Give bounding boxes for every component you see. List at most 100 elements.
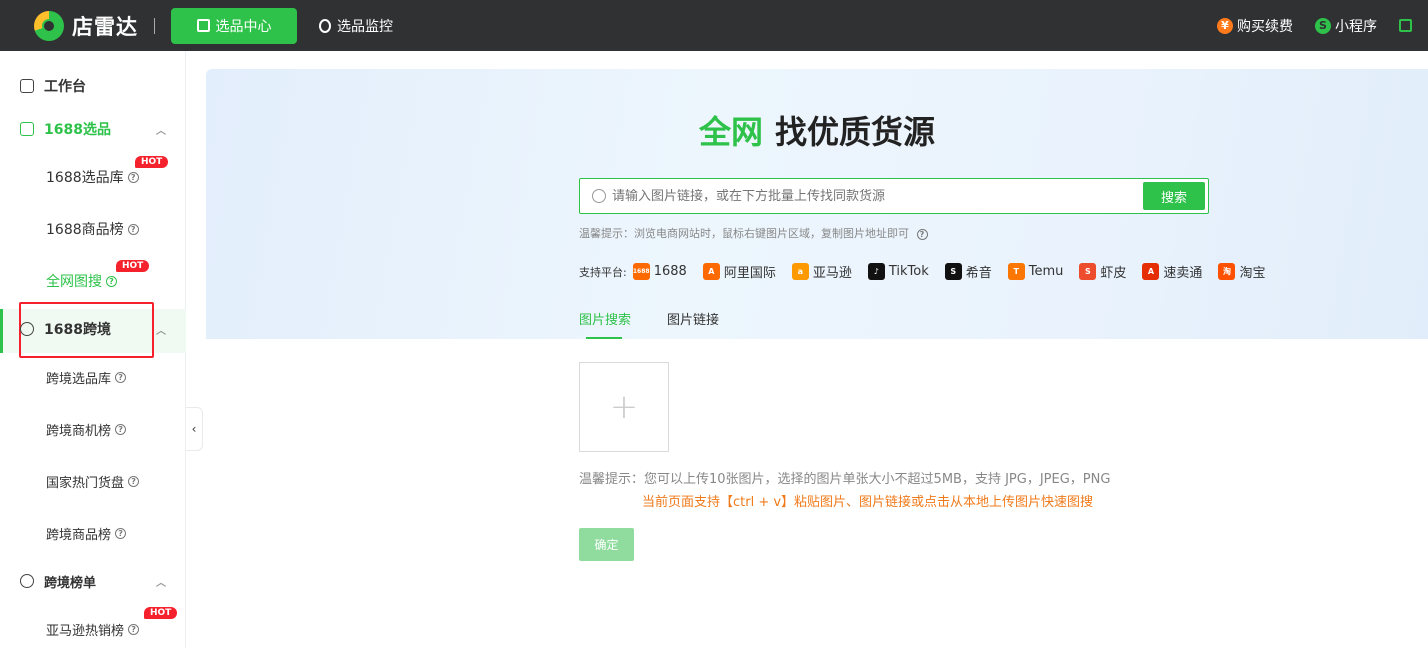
hot-badge: HOT bbox=[144, 607, 178, 619]
help-icon[interactable]: ? bbox=[127, 171, 139, 183]
logo-icon bbox=[34, 10, 64, 41]
platform-aliexpress: A 速卖通 bbox=[1142, 262, 1202, 281]
sidebar-item-amazon-hot[interactable]: 亚马逊热销榜 ? bbox=[0, 618, 186, 640]
title-highlight: 全网 bbox=[698, 113, 763, 151]
platform-name: 1688 bbox=[653, 264, 687, 279]
workbench-icon bbox=[20, 79, 34, 93]
help-icon[interactable]: ? bbox=[128, 475, 140, 487]
top-right-actions: ¥ 购买续费 S 小程序 bbox=[1217, 0, 1428, 51]
buy-label: 购买续费 bbox=[1237, 18, 1293, 35]
mini-program-button[interactable]: S 小程序 bbox=[1315, 16, 1377, 36]
location-icon bbox=[319, 18, 331, 33]
search-bar: 搜索 bbox=[579, 178, 1209, 214]
sidebar-label: 工作台 bbox=[44, 79, 86, 95]
sidebar-item-cross-lib[interactable]: 跨境选品库 ? bbox=[0, 366, 186, 388]
top-navbar: 店雷达 选品中心 选品监控 ¥ 购买续费 S 小程序 bbox=[0, 0, 1428, 51]
mini-label: 小程序 bbox=[1335, 18, 1377, 35]
nav-product-monitor[interactable]: 选品监控 bbox=[297, 8, 415, 44]
main-content: 全网找优质货源 搜索 温馨提示：浏览电商网站时，鼠标右键图片区域，复制图片地址即… bbox=[206, 69, 1428, 648]
sidebar-label: 亚马逊热销榜 bbox=[46, 623, 125, 639]
platform-name: 阿里国际 bbox=[723, 266, 776, 281]
help-icon[interactable]: ? bbox=[916, 229, 928, 240]
help-icon[interactable]: ? bbox=[127, 223, 139, 235]
platform-name: 亚马逊 bbox=[812, 266, 852, 281]
platform-name: 淘宝 bbox=[1239, 266, 1266, 281]
sidebar-item-country-hot[interactable]: 国家热门货盘 ? bbox=[0, 470, 186, 492]
1688-icon bbox=[20, 122, 34, 136]
platform-taobao: 淘 淘宝 bbox=[1218, 262, 1265, 281]
search-input[interactable] bbox=[612, 188, 1143, 204]
sidebar: 工作台 1688选品 ︿ 1688选品库 ? HOT 1688商品榜 ? 全网图… bbox=[0, 51, 186, 648]
nav-label: 选品监控 bbox=[337, 18, 393, 35]
search-hero: 全网找优质货源 搜索 温馨提示：浏览电商网站时，鼠标右键图片区域，复制图片地址即… bbox=[206, 69, 1428, 339]
tab-image-link[interactable]: 图片链接 bbox=[667, 309, 719, 339]
sidebar-item-cross-opportunity[interactable]: 跨境商机榜 ? bbox=[0, 418, 186, 440]
platform-temu: T Temu bbox=[1007, 263, 1063, 280]
nav-label: 选品中心 bbox=[215, 18, 272, 35]
supported-platforms: 支持平台: 1688 1688 A 阿里国际 a 亚马逊 ♪ TikTok S … bbox=[579, 262, 1281, 281]
upload-hint: 温馨提示：您可以上传10张图片，选择的图片单张大小不超过5MB，支持 JPG，J… bbox=[579, 472, 1111, 487]
help-icon[interactable]: ? bbox=[128, 623, 140, 635]
platform-shopee: S 虾皮 bbox=[1079, 262, 1126, 281]
sidebar-label: 跨境商品榜 bbox=[46, 527, 112, 543]
taobao-icon: 淘 bbox=[1218, 263, 1236, 280]
search-button[interactable]: 搜索 bbox=[1143, 182, 1205, 210]
tab-image-search[interactable]: 图片搜索 bbox=[579, 309, 631, 339]
platform-1688: 1688 1688 bbox=[632, 263, 687, 280]
sidebar-label: 国家热门货盘 bbox=[46, 475, 125, 491]
help-icon[interactable]: ? bbox=[115, 527, 127, 539]
sidebar-item-1688-lib[interactable]: 1688选品库 ? bbox=[0, 166, 186, 188]
title-text: 找优质货源 bbox=[775, 113, 936, 151]
nav-product-center[interactable]: 选品中心 bbox=[171, 7, 297, 44]
planet-icon bbox=[20, 574, 34, 588]
divider bbox=[154, 17, 155, 34]
confirm-button[interactable]: 确定 bbox=[579, 528, 634, 561]
sidebar-label: 1688商品榜 bbox=[46, 222, 124, 238]
sidebar-label: 1688选品库 bbox=[46, 170, 124, 186]
shopee-icon: S bbox=[1079, 263, 1097, 280]
logo-text: 店雷达 bbox=[72, 14, 138, 39]
platform-alibaba: A 阿里国际 bbox=[702, 262, 776, 281]
temu-icon: T bbox=[1007, 263, 1025, 280]
platform-amazon: a 亚马逊 bbox=[791, 262, 852, 281]
edit-icon[interactable] bbox=[1399, 19, 1412, 32]
paste-hint: 当前页面支持【ctrl + v】粘贴图片、图片链接或点击从本地上传图片快速图搜 bbox=[642, 495, 1094, 510]
platform-tiktok: ♪ TikTok bbox=[867, 263, 929, 280]
platforms-label: 支持平台: bbox=[579, 265, 627, 279]
help-icon[interactable]: ? bbox=[115, 371, 127, 383]
image-upload-box[interactable]: + bbox=[579, 362, 669, 452]
shein-icon: S bbox=[944, 263, 962, 280]
tiktok-icon: ♪ bbox=[867, 263, 885, 280]
alibaba-icon: A bbox=[702, 263, 720, 280]
chevron-up-icon: ︿ bbox=[156, 325, 166, 337]
platform-shein: S 希音 bbox=[944, 262, 992, 281]
aliexpress-icon: A bbox=[1142, 263, 1160, 280]
help-icon[interactable]: ? bbox=[115, 423, 127, 435]
page-title: 全网 找优质货源 bbox=[206, 107, 1428, 153]
help-icon[interactable]: ? bbox=[106, 275, 117, 287]
search-icon bbox=[592, 189, 606, 203]
app-logo[interactable]: 店雷达 bbox=[34, 10, 138, 41]
sidebar-label: 全网图搜 bbox=[46, 274, 102, 290]
yen-icon: ¥ bbox=[1217, 17, 1233, 34]
1688-icon: 1688 bbox=[632, 263, 650, 280]
plus-icon: + bbox=[609, 387, 639, 427]
platform-name: TikTok bbox=[888, 264, 929, 279]
sidebar-group-cross-rankings[interactable]: 跨境榜单 ︿ bbox=[0, 570, 186, 592]
sidebar-label: 1688选品 bbox=[44, 122, 111, 138]
bag-icon bbox=[196, 19, 210, 32]
platform-name: 速卖通 bbox=[1163, 266, 1203, 281]
chevron-up-icon: ︿ bbox=[156, 577, 166, 589]
platform-name: 虾皮 bbox=[1100, 266, 1127, 281]
sidebar-item-workbench[interactable]: 工作台 bbox=[0, 75, 186, 97]
sidebar-item-1688-rank[interactable]: 1688商品榜 ? bbox=[0, 218, 186, 240]
buy-renew-button[interactable]: ¥ 购买续费 bbox=[1217, 16, 1293, 36]
sidebar-label: 跨境榜单 bbox=[44, 575, 97, 591]
sidebar-group-1688[interactable]: 1688选品 ︿ bbox=[0, 118, 186, 140]
sidebar-collapse-button[interactable]: ‹ bbox=[186, 407, 203, 451]
sidebar-item-cross-rank[interactable]: 跨境商品榜 ? bbox=[0, 522, 186, 544]
hot-badge: HOT bbox=[116, 260, 150, 272]
sidebar-group-cross-border[interactable]: 1688跨境 ︿ bbox=[0, 318, 186, 340]
sidebar-item-image-search[interactable]: 全网图搜 ? bbox=[0, 270, 186, 292]
search-mode-tabs: 图片搜索 图片链接 bbox=[579, 309, 755, 339]
